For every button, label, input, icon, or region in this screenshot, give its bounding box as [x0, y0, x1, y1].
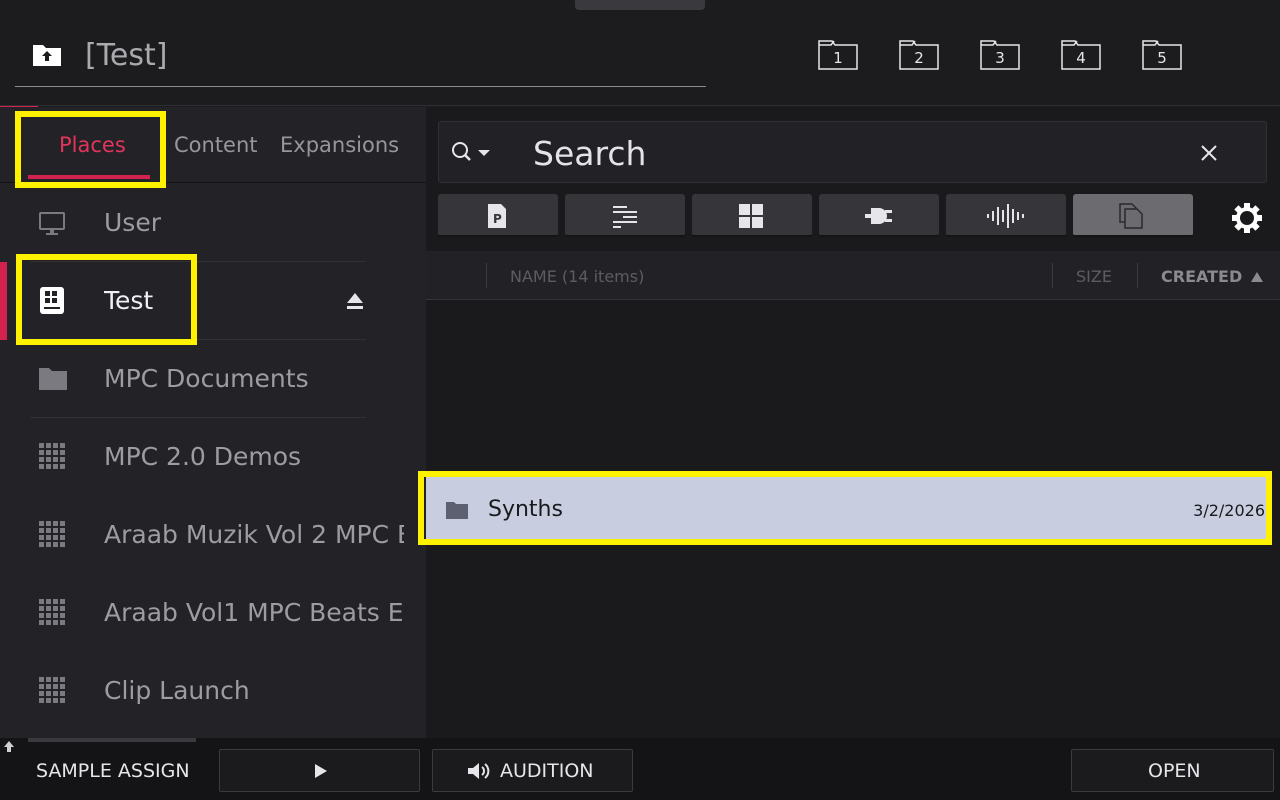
place-item-araab-muzik-vol2[interactable]: Araab Muzik Vol 2 MPC Beat: [0, 496, 426, 574]
slot-4-button[interactable]: 4: [1061, 40, 1101, 70]
path-bar: [Test]: [15, 30, 706, 87]
play-icon: [315, 764, 327, 778]
slot-2-button[interactable]: 2: [899, 40, 939, 70]
filter-kit-button[interactable]: [692, 194, 812, 237]
slot-1-label: 1: [833, 49, 843, 67]
eject-icon[interactable]: [346, 292, 364, 310]
slot-3-button[interactable]: 3: [980, 40, 1020, 70]
audition-button[interactable]: AUDITION: [432, 749, 633, 792]
header: [Test] 1 2 3 4 5: [0, 0, 1280, 106]
monitor-icon: [39, 212, 65, 235]
open-button[interactable]: OPEN: [1071, 749, 1274, 792]
column-divider: [1052, 263, 1053, 288]
place-label: MPC 2.0 Demos: [104, 442, 302, 471]
folder-icon: [39, 368, 67, 390]
plugin-icon: [865, 208, 892, 224]
speaker-icon: [468, 763, 490, 779]
place-item-mpc-documents[interactable]: MPC Documents: [0, 340, 426, 418]
sample-assign-button[interactable]: SAMPLE ASSIGN: [36, 760, 190, 782]
slot-4-label: 4: [1076, 49, 1086, 67]
folder-icon: [446, 502, 468, 519]
place-item-user[interactable]: User: [0, 184, 426, 262]
tab-places[interactable]: Places: [59, 133, 126, 157]
place-label: User: [104, 208, 161, 237]
slot-1-button[interactable]: 1: [818, 40, 858, 70]
top-handle[interactable]: [575, 0, 705, 10]
column-created-header[interactable]: CREATED: [1161, 267, 1242, 286]
search-bar[interactable]: Search: [438, 121, 1267, 183]
sequence-icon: [613, 206, 637, 228]
slot-5-label: 5: [1157, 49, 1167, 67]
slot-3-label: 3: [995, 49, 1005, 67]
bottom-bar: SAMPLE ASSIGN AUDITION OPEN: [0, 738, 1280, 800]
file-list-header: NAME (14 items) SIZE CREATED: [426, 251, 1280, 300]
svg-text:P: P: [493, 212, 502, 226]
place-item-test[interactable]: Test: [0, 262, 426, 340]
drive-icon: [40, 287, 64, 314]
all-files-icon: [1119, 203, 1143, 229]
selected-indicator: [0, 262, 7, 340]
place-item-clip-launch[interactable]: Clip Launch: [0, 652, 426, 730]
places-panel: Places Content Expansions User Test MPC …: [0, 107, 426, 738]
tab-active-underline: [28, 175, 150, 179]
tab-content[interactable]: Content: [174, 133, 258, 157]
place-label: Clip Launch: [104, 676, 250, 705]
browser-tabs: Places Content Expansions: [0, 107, 426, 183]
column-divider: [486, 263, 487, 288]
file-name: Synths: [488, 497, 563, 522]
folder-up-icon[interactable]: [32, 41, 62, 67]
column-name-header[interactable]: NAME (14 items): [510, 267, 644, 286]
slot-5-button[interactable]: 5: [1142, 40, 1182, 70]
filter-plugin-button[interactable]: [819, 194, 939, 237]
bottom-tab-indicator: [28, 738, 196, 742]
place-label: Araab Vol1 MPC Beats Editi: [104, 598, 404, 627]
place-label: MPC Documents: [104, 364, 309, 393]
filter-sample-button[interactable]: [946, 194, 1066, 237]
arrow-up-icon[interactable]: [2, 740, 16, 754]
place-item-mpc-demos[interactable]: MPC 2.0 Demos: [0, 418, 426, 496]
column-divider: [1137, 263, 1138, 288]
program-icon: P: [488, 204, 506, 228]
sample-icon: [987, 204, 1024, 228]
filter-sequence-button[interactable]: [565, 194, 685, 237]
play-button[interactable]: [219, 749, 420, 792]
place-label: Araab Muzik Vol 2 MPC Beat: [104, 520, 404, 549]
tab-expansions[interactable]: Expansions: [280, 133, 399, 157]
place-item-araab-vol1[interactable]: Araab Vol1 MPC Beats Editi: [0, 574, 426, 652]
search-input[interactable]: Search: [533, 134, 646, 173]
open-label: OPEN: [1148, 760, 1201, 782]
file-created-date: 3/2/2026: [1193, 501, 1265, 520]
filter-program-button[interactable]: P: [438, 194, 558, 237]
grid-icon: [39, 521, 65, 547]
sort-ascending-icon: [1251, 272, 1263, 282]
grid-icon: [39, 443, 65, 469]
file-row-synths[interactable]: Synths 3/2/2026: [426, 477, 1271, 544]
current-path: [Test]: [85, 38, 168, 73]
audition-label: AUDITION: [500, 760, 594, 782]
search-icon[interactable]: [451, 140, 491, 166]
gear-icon[interactable]: [1231, 202, 1263, 234]
filter-all-files-button[interactable]: [1073, 194, 1193, 237]
column-size-header[interactable]: SIZE: [1076, 267, 1112, 286]
close-icon[interactable]: [1200, 144, 1218, 162]
slot-2-label: 2: [914, 49, 924, 67]
file-browser-panel: Search P NAME (14 items) SIZE CREATED Sy…: [426, 107, 1280, 738]
grid-icon: [39, 677, 65, 703]
type-filter-row: P: [438, 194, 1268, 238]
grid-icon: [39, 599, 65, 625]
kit-icon: [739, 204, 763, 228]
